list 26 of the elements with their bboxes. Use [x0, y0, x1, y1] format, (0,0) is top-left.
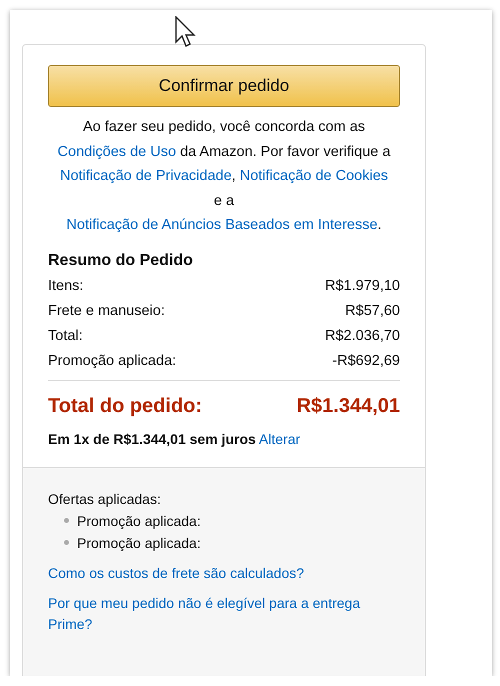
policy-link[interactable]: Notificação de Anúncios Baseados em Interesse — [66, 217, 378, 233]
place-order-button[interactable]: Confirmar pedido — [48, 65, 400, 107]
summary-value: R$2.036,70 — [325, 326, 400, 346]
policy-link[interactable]: Condições de Uso — [58, 144, 176, 160]
offer-item: Promoção aplicada: — [77, 512, 201, 531]
agreement-text: Ao fazer seu pedido, você concorda com as Condições de Uso da Amazon. Por favor verifique a Notificação de Privacidade, Notificação de Cookies e a Notificação de Anúncios Baseados em Interesse. — [56, 118, 392, 235]
summary-label: Promoção aplicada: — [48, 352, 176, 370]
summary-label: Itens: — [48, 276, 84, 296]
bullet-icon — [64, 518, 69, 523]
summary-label: Total: — [48, 326, 83, 346]
policy-link[interactable]: Notificação de Cookies — [240, 168, 388, 184]
offers-title: Ofertas aplicadas: — [48, 490, 162, 509]
change-link[interactable]: Alterar — [258, 430, 300, 446]
summary-value: R$57,60 — [345, 302, 400, 320]
summary-value: -R$692,69 — [332, 352, 400, 370]
order-total-value: R$1.344,01 — [296, 394, 400, 418]
summary-label: Frete e manuseio: — [48, 302, 165, 320]
bullet-icon — [64, 540, 69, 545]
summary-value: R$1.979,10 — [325, 276, 400, 296]
installment-text: Em 1x de R$1.344,01 sem juros Alterar — [48, 430, 302, 449]
help-link[interactable]: Por que meu pedido não é elegível para a entrega Prime? — [48, 592, 400, 634]
order-total-label: Total do pedido: — [48, 394, 202, 418]
help-link[interactable]: Como os custos de frete são calculados? — [48, 562, 400, 584]
offer-item: Promoção aplicada: — [77, 534, 201, 553]
summary-title: Resumo do Pedido — [48, 252, 194, 270]
policy-link[interactable]: Notificação de Privacidade — [60, 168, 232, 184]
